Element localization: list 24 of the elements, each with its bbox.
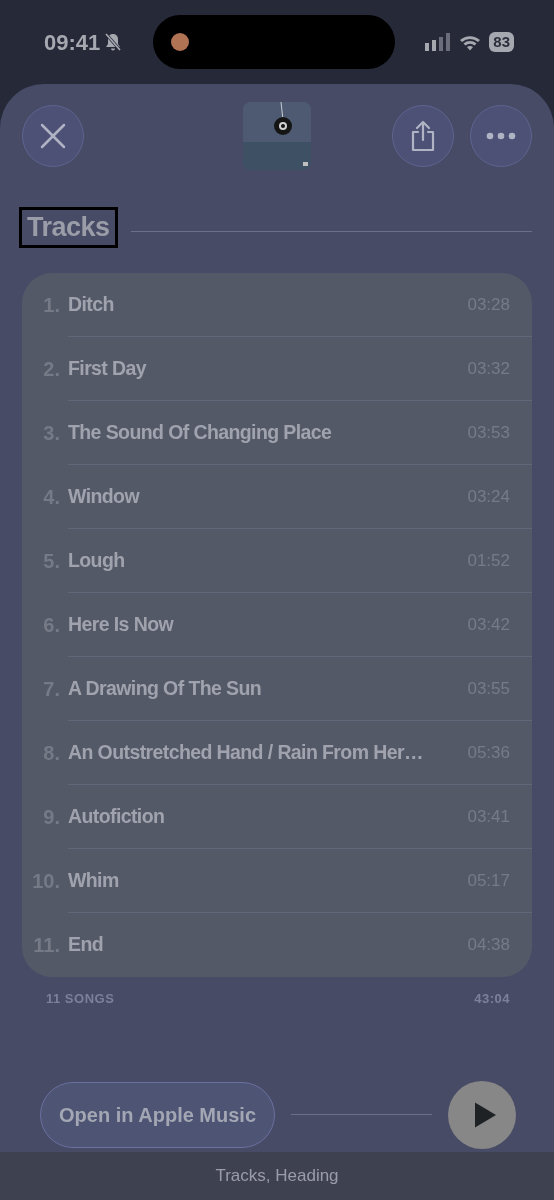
track-title[interactable]: Window <box>68 481 462 512</box>
track-title[interactable]: The Sound Of Changing Place <box>68 417 462 448</box>
signal-icon <box>425 33 452 51</box>
track-title[interactable]: First Day <box>68 353 462 384</box>
track-title[interactable]: Autofiction <box>68 801 462 832</box>
track-title[interactable]: Here Is Now <box>68 609 462 640</box>
voiceover-caption: Tracks, Heading <box>215 1165 339 1188</box>
track-title[interactable]: Whim <box>68 865 462 896</box>
silent-bell-icon <box>104 32 123 52</box>
track-title[interactable]: A Drawing Of The Sun <box>68 673 462 704</box>
track-title[interactable]: Lough <box>68 545 462 576</box>
battery-level: 83 <box>489 32 514 52</box>
wifi-icon <box>459 33 482 51</box>
status-time: 09:41 <box>44 28 101 57</box>
share-icon <box>410 120 436 152</box>
play-icon <box>473 1100 497 1129</box>
open-in-app-button[interactable]: Open in Apple Music <box>40 1081 276 1148</box>
track-title[interactable]: Ditch <box>68 289 462 320</box>
close-icon <box>40 123 66 149</box>
section-heading: Tracks <box>22 210 115 245</box>
track-title[interactable]: An Outstretched Hand / Rain From Her… <box>68 737 462 768</box>
track-title[interactable]: End <box>68 930 462 960</box>
camera-dot <box>170 33 189 51</box>
more-icon <box>486 132 516 140</box>
